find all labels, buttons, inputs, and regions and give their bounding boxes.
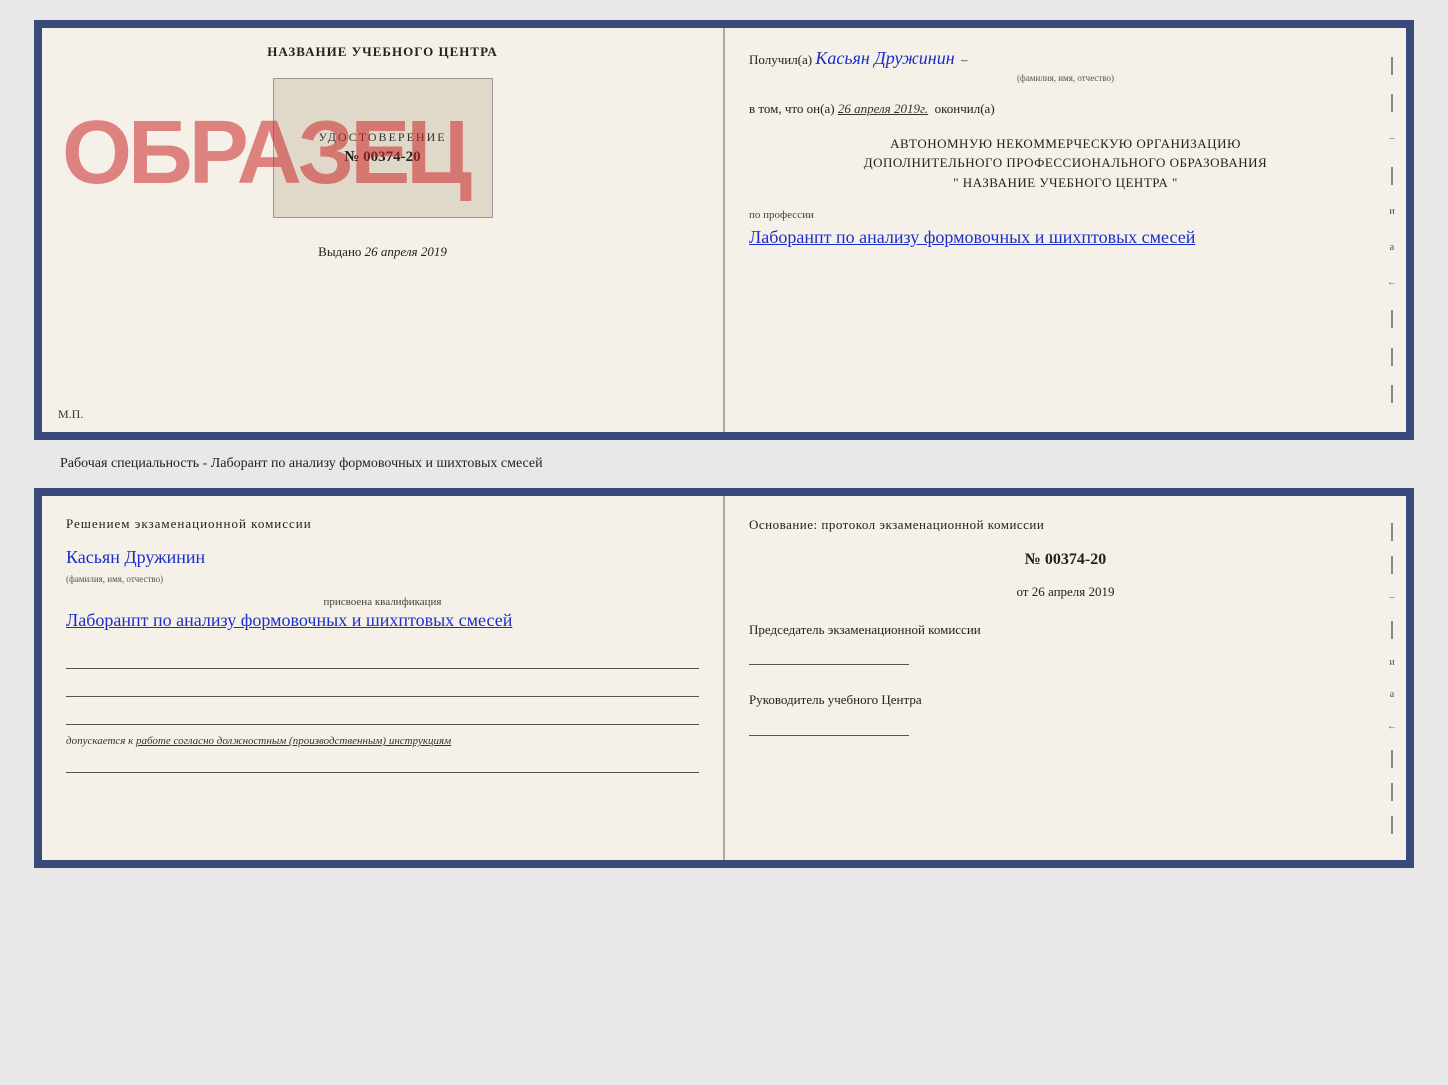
osnov-label: Основание: протокол экзаменационной коми… <box>749 514 1382 536</box>
commission-decision-text: Решением экзаменационной комиссии <box>66 514 699 535</box>
edge-decoration-bottom: – и а ← <box>1378 516 1406 840</box>
certificate-number: № 00374-20 <box>344 149 420 166</box>
edge-decoration: – и а ← <box>1378 48 1406 412</box>
protocol-number: № 00374-20 <box>749 546 1382 573</box>
person-name-block: Касьян Дружинин (фамилия, имя, отчество) <box>66 547 699 586</box>
specialty-label: Рабочая специальность - Лаборант по анал… <box>20 456 543 472</box>
date-line: в том, что он(а) 26 апреля 2019г. окончи… <box>749 99 1382 120</box>
director-sign-line <box>749 716 909 736</box>
profession-value: Лаборанпт по анализу формовочных и шихпт… <box>749 225 1382 250</box>
certificate-box: УДОСТОВЕРЕНИЕ № 00374-20 <box>273 78 493 218</box>
issued-date: Выдано 26 апреля 2019 <box>318 244 447 260</box>
qualification-label: присвоена квалификация <box>66 596 699 608</box>
top-document: НАЗВАНИЕ УЧЕБНОГО ЦЕНТРА ОБРАЗЕЦ УДОСТОВ… <box>34 20 1414 440</box>
mp-label: М.П. <box>58 407 83 422</box>
date-value: 26 апреля 2019г. <box>838 101 928 116</box>
protocol-date: от 26 апреля 2019 <box>749 581 1382 603</box>
fio-hint: (фамилия, имя, отчество) <box>749 71 1382 85</box>
допускается-block: допускается к работе согласно должностны… <box>66 735 699 747</box>
org-block: АВТОНОМНУЮ НЕКОММЕРЧЕСКУЮ ОРГАНИЗАЦИЮ ДО… <box>749 134 1382 193</box>
profession-block: по профессии Лаборанпт по анализу формов… <box>749 204 1382 250</box>
bottom-doc-left: Решением экзаменационной комиссии Касьян… <box>42 496 725 860</box>
chairman-block: Председатель экзаменационной комиссии <box>749 619 1382 665</box>
допускается-value: работе согласно должностным (производств… <box>136 735 451 747</box>
bottom-document: Решением экзаменационной комиссии Касьян… <box>34 488 1414 868</box>
top-doc-left: НАЗВАНИЕ УЧЕБНОГО ЦЕНТРА ОБРАЗЕЦ УДОСТОВ… <box>42 28 725 432</box>
qualification-value: Лаборанпт по анализу формовочных и шихпт… <box>66 608 699 633</box>
chairman-sign-line <box>749 645 909 665</box>
received-line: Получил(а) Касьян Дружинин – (фамилия, и… <box>749 44 1382 85</box>
certificate-label: УДОСТОВЕРЕНИЕ <box>318 130 446 145</box>
signature-lines <box>66 649 699 725</box>
top-doc-right: Получил(а) Касьян Дружинин – (фамилия, и… <box>725 28 1406 432</box>
director-block: Руководитель учебного Центра <box>749 689 1382 735</box>
commission-person-name: Касьян Дружинин <box>66 547 699 568</box>
received-name: Касьян Дружинин <box>815 48 954 68</box>
bottom-doc-right: Основание: протокол экзаменационной коми… <box>725 496 1406 860</box>
training-center-title: НАЗВАНИЕ УЧЕБНОГО ЦЕНТРА <box>267 44 498 60</box>
fio-hint2: (фамилия, имя, отчество) <box>66 574 163 584</box>
